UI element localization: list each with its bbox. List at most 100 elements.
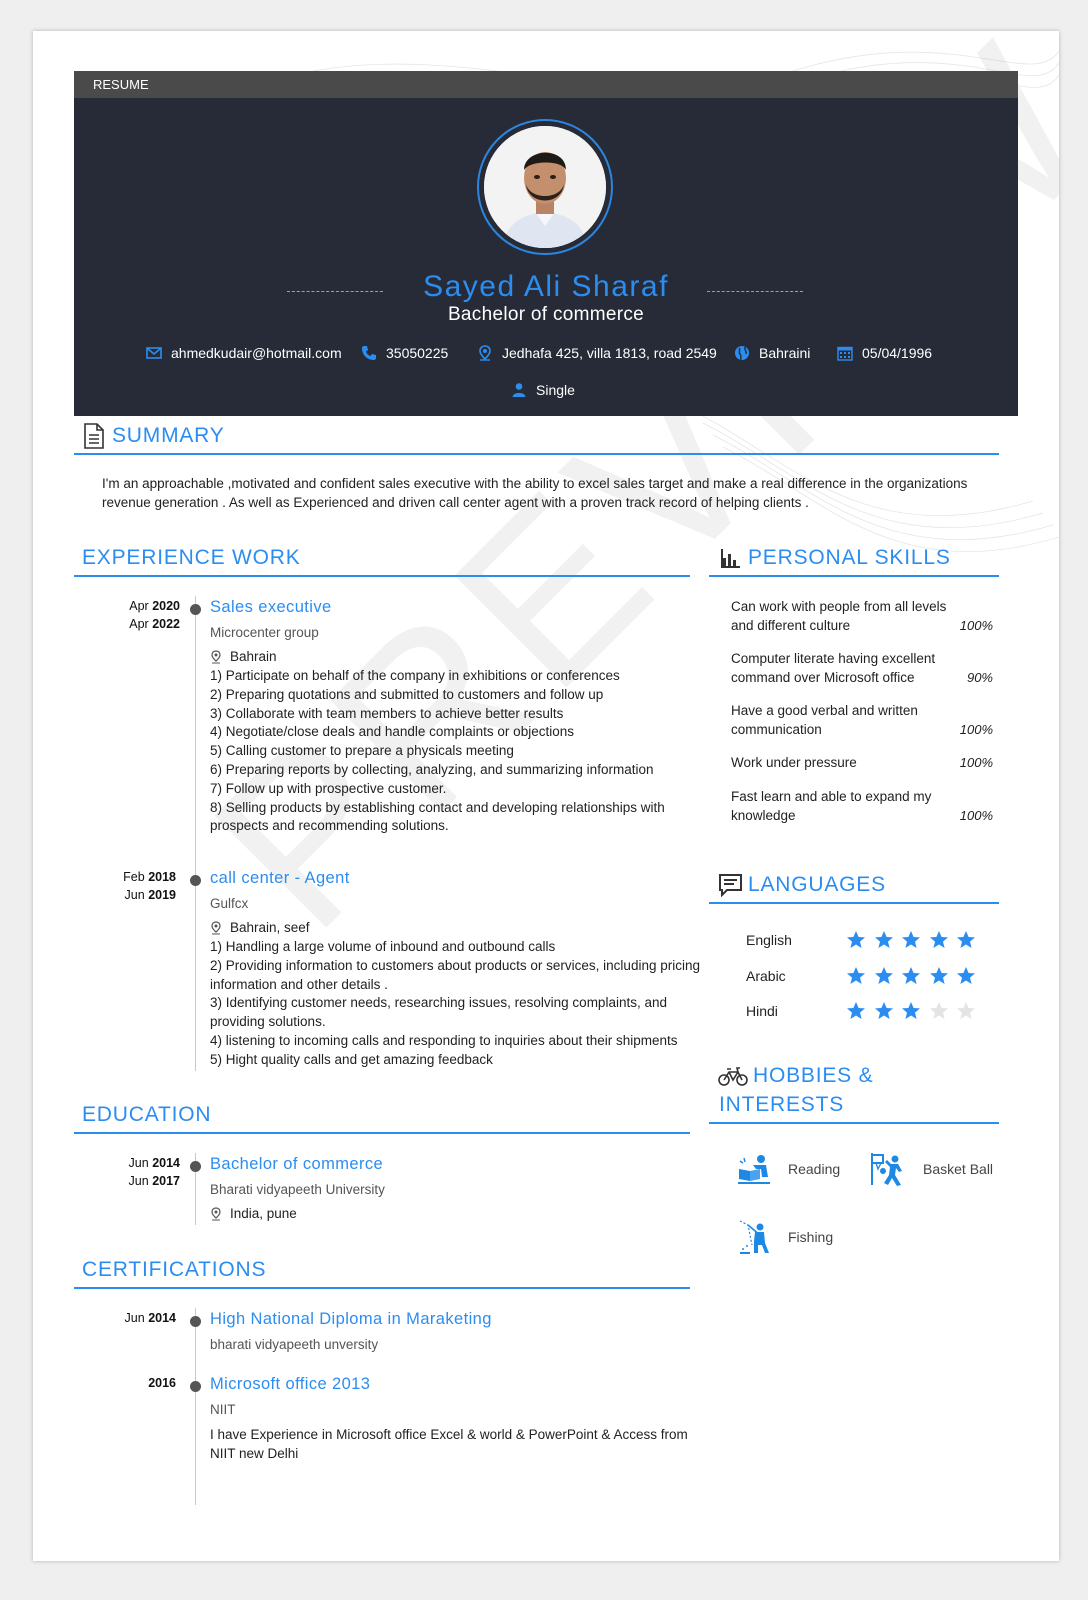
dob-text: 05/04/1996 (862, 345, 933, 361)
marital-text: Single (536, 382, 575, 398)
nationality-text: Bahraini (759, 345, 811, 361)
skill-text: Can work with people from all levels and… (731, 599, 947, 633)
job-from-month: Feb (123, 870, 145, 884)
timeline-dot (190, 1161, 201, 1172)
location-pin-icon (479, 345, 491, 361)
duty-item: 5) Hight quality calls and get amazing f… (210, 1051, 493, 1067)
certification-description: I have Experience in Microsoft office Ex… (210, 1427, 688, 1461)
job-title: call center - Agent (210, 869, 350, 887)
certification-org: NIIT (210, 1402, 236, 1417)
star-filled-icon (874, 931, 893, 948)
resume-label: RESUME (93, 77, 149, 92)
education-location-text: India, pune (230, 1206, 297, 1221)
bicycle-icon (718, 1067, 748, 1086)
skill-item: Fast learn and able to expand my knowled… (731, 787, 993, 825)
phone-text: 35050225 (386, 345, 449, 361)
job-to-month: Jun (124, 888, 145, 902)
job-to-year: 2022 (152, 617, 180, 631)
profile-photo-ring (477, 119, 613, 255)
skill-percent: 100% (959, 722, 993, 737)
job-location: Bahrain (210, 649, 277, 664)
edu-to-month: Jun (128, 1174, 149, 1188)
document-icon (84, 423, 104, 449)
contact-address: Jedhafa 425, villa 1813, road 2549 (477, 345, 717, 361)
contact-nationality: Bahraini (734, 345, 810, 361)
skill-percent: 90% (966, 670, 993, 685)
job-company: Microcenter group (210, 625, 319, 640)
languages-rule (709, 902, 999, 904)
candidate-degree: Bachelor of commerce (447, 304, 645, 325)
star-filled-icon (847, 1002, 865, 1019)
cert-month: Jun (124, 1311, 145, 1325)
candidate-name: Sayed Ali Sharaf (423, 270, 669, 303)
skill-percent: 100% (959, 808, 993, 823)
map-pin-icon (211, 1206, 221, 1220)
hobby-item: Fishing (738, 1219, 833, 1255)
job-dates: Feb 2018 Jun 2019 (66, 868, 176, 904)
skill-text: Computer literate having excellent comma… (731, 651, 936, 685)
address-text: Jedhafa 425, villa 1813, road 2549 (502, 345, 717, 361)
education-dates: Jun 2014 Jun 2017 (70, 1154, 180, 1190)
hobbies-heading-line1: HOBBIES & (753, 1064, 874, 1087)
duty-item: 2) Preparing quotations and submitted to… (210, 686, 604, 702)
envelope-icon (146, 347, 162, 359)
profile-photo (484, 126, 606, 248)
edu-from-month: Jun (128, 1156, 149, 1170)
language-name: Hindi (746, 1003, 778, 1019)
top-bar: RESUME (74, 71, 1018, 98)
star-filled-icon (902, 967, 920, 984)
certification-date: Jun 2014 (66, 1309, 176, 1327)
language-rating (846, 966, 984, 986)
experience-timeline (195, 596, 196, 1071)
timeline-dot (190, 1316, 201, 1327)
education-degree: Bachelor of commerce (210, 1155, 384, 1173)
skills-heading: PERSONAL SKILLS (748, 546, 951, 569)
education-school: Bharati vidyapeeth University (210, 1182, 385, 1197)
certification-org: bharati vidyapeeth unversity (210, 1337, 379, 1352)
cert-year: 2016 (148, 1376, 176, 1390)
contact-dob: 05/04/1996 (837, 345, 932, 361)
basketball-icon (871, 1153, 902, 1186)
map-pin-icon (211, 649, 221, 663)
star-empty-icon (929, 1002, 948, 1019)
education-location: India, pune (210, 1206, 297, 1221)
skill-percent: 100% (959, 755, 993, 770)
certifications-timeline (195, 1308, 196, 1505)
certifications-heading: CERTIFICATIONS (82, 1258, 267, 1281)
job-duties: 1) Handling a large volume of inbound an… (210, 938, 700, 1070)
contact-phone: 35050225 (361, 345, 448, 361)
contact-email: ahmedkudair@hotmail.com (146, 345, 342, 361)
hobbies-heading-line2: INTERESTS (719, 1093, 845, 1116)
duty-item: 3) Identifying customer needs, researchi… (210, 995, 667, 1030)
star-filled-icon (957, 931, 975, 948)
edu-to-year: 2017 (152, 1174, 180, 1188)
fishing-icon (739, 1220, 769, 1254)
hobby-label: Basket Ball (923, 1161, 994, 1177)
star-filled-icon (874, 1002, 893, 1019)
timeline-dot (190, 604, 201, 615)
skill-item: Work under pressure 100% (731, 753, 993, 772)
star-filled-icon (902, 931, 920, 948)
duty-item: 4) Negotiate/close deals and handle comp… (210, 724, 574, 740)
summary-heading: SUMMARY (112, 424, 225, 447)
globe-icon (735, 346, 749, 361)
calendar-icon (837, 346, 853, 361)
job-location-text: Bahrain, seef (230, 920, 310, 935)
education-heading: EDUCATION (82, 1103, 212, 1126)
summary-text: I'm an approachable ,motivated and confi… (102, 476, 968, 510)
star-filled-icon (847, 931, 865, 948)
job-to-month: Apr (129, 617, 149, 631)
skill-item: Have a good verbal and written communica… (731, 701, 993, 739)
language-rating (846, 1001, 984, 1021)
avatar-illustration (484, 126, 606, 248)
experience-rule (74, 575, 690, 577)
skill-item: Computer literate having excellent comma… (731, 649, 993, 687)
hobby-label: Fishing (788, 1229, 834, 1245)
star-filled-icon (847, 967, 865, 984)
skill-percent: 100% (959, 618, 993, 633)
speech-bubble-icon (719, 874, 742, 897)
duty-item: 2) Providing information to customers ab… (210, 957, 700, 992)
job-location: Bahrain, seef (210, 920, 310, 935)
duty-item: 6) Preparing reports by collecting, anal… (210, 761, 654, 777)
skill-item: Can work with people from all levels and… (731, 597, 993, 635)
